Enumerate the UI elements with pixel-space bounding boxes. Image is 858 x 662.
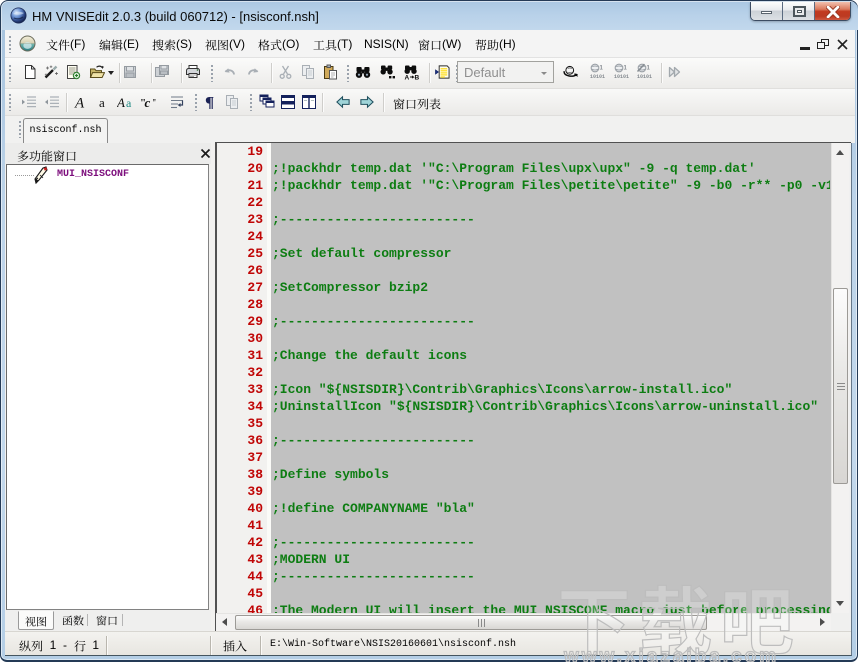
svg-text:10101: 10101 — [590, 74, 605, 79]
svg-text:a: a — [99, 95, 105, 110]
svg-text:¶: ¶ — [205, 93, 214, 109]
svg-text:c: c — [145, 95, 151, 110]
svg-text:10101: 10101 — [637, 74, 652, 79]
svg-text:10101: 10101 — [614, 74, 629, 79]
svg-text:": " — [152, 97, 156, 109]
svg-text:1: 1 — [600, 66, 604, 72]
svg-text:a: a — [126, 96, 132, 110]
svg-text:A: A — [405, 75, 410, 81]
svg-text:B: B — [415, 75, 420, 81]
svg-text:A: A — [117, 95, 125, 110]
svg-text:1: 1 — [624, 66, 628, 72]
svg-text:A: A — [74, 96, 85, 111]
svg-text:1: 1 — [647, 66, 651, 72]
